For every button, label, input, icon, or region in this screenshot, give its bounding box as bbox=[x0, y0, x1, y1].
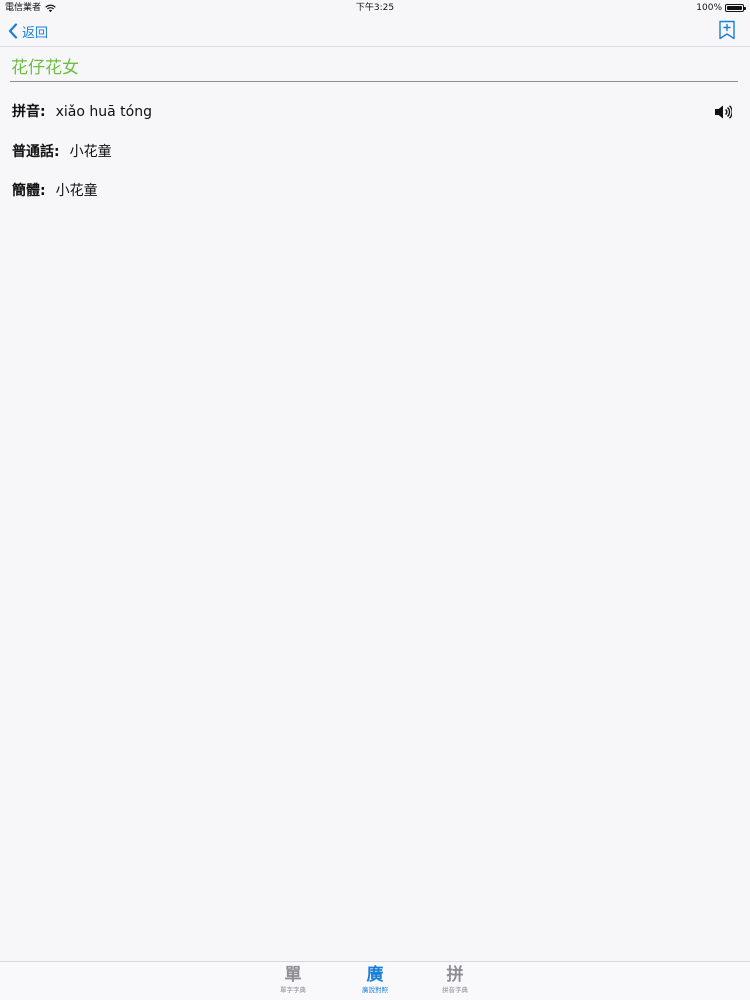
tab-label: 拼音字典 bbox=[442, 986, 468, 994]
tab-cantonese-mandarin[interactable]: 廣 廣說對照 bbox=[345, 964, 405, 998]
field-value: 小花童 bbox=[69, 144, 112, 160]
back-button[interactable]: 返回 bbox=[8, 20, 48, 42]
tab-pinyin-dictionary[interactable]: 拼 拼音字典 bbox=[425, 964, 485, 998]
field-pinyin: 拼音 : xiǎo huā tóng bbox=[12, 101, 740, 123]
tab-label: 廣說對照 bbox=[362, 986, 388, 994]
tab-single-char-dictionary[interactable]: 單 單字字典 bbox=[263, 964, 323, 998]
status-bar: 電信業者 下午3:25 100% bbox=[0, 0, 750, 16]
tab-label: 單字字典 bbox=[280, 986, 306, 994]
tab-glyph: 單 bbox=[284, 965, 302, 985]
field-value: xiǎo huā tóng bbox=[55, 104, 152, 120]
term-title-row: 花仔花女 bbox=[10, 56, 738, 82]
tab-bar: 單 單字字典 廣 廣說對照 拼 拼音字典 bbox=[0, 961, 750, 1000]
bookmark-add-icon[interactable] bbox=[718, 20, 736, 40]
chevron-left-icon bbox=[8, 23, 18, 39]
battery-percent: 100% bbox=[696, 3, 722, 13]
field-mandarin: 普通話 : 小花童 bbox=[12, 141, 740, 163]
navigation-bar: 返回 bbox=[0, 16, 750, 47]
field-value: 小花童 bbox=[55, 183, 98, 199]
field-label: 簡體 bbox=[12, 183, 40, 199]
field-label: 拼音 bbox=[12, 104, 40, 120]
battery-icon bbox=[725, 4, 746, 12]
field-separator: : bbox=[40, 183, 46, 199]
status-time: 下午3:25 bbox=[355, 3, 395, 13]
field-separator: : bbox=[54, 144, 60, 160]
battery-status: 100% bbox=[696, 0, 746, 16]
back-label: 返回 bbox=[22, 25, 49, 41]
field-simplified: 簡體 : 小花童 bbox=[12, 180, 740, 202]
term-title: 花仔花女 bbox=[11, 58, 79, 78]
field-separator: : bbox=[40, 104, 46, 120]
field-label: 普通話 bbox=[12, 144, 54, 160]
speaker-icon[interactable] bbox=[714, 104, 732, 120]
tab-glyph: 拼 bbox=[446, 965, 464, 985]
tab-glyph: 廣 bbox=[366, 965, 384, 985]
